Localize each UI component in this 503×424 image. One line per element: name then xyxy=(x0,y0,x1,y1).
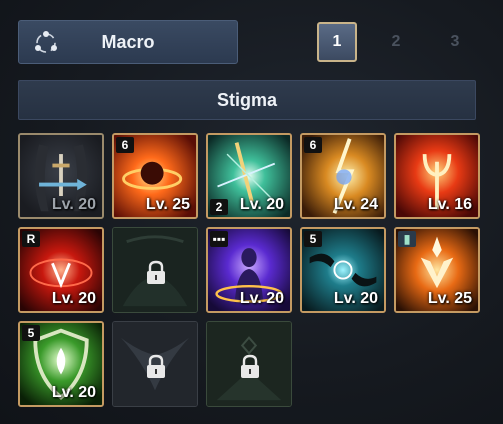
section-header-stigma: Stigma xyxy=(18,80,476,120)
macro-button[interactable]: Macro xyxy=(18,20,238,64)
macro-label: Macro xyxy=(101,32,155,52)
stigma-slot-3[interactable]: 2 Lv. 20 xyxy=(206,133,292,219)
stigma-slot-2[interactable]: 6 Lv. 25 xyxy=(112,133,198,219)
slot-badge: 5 xyxy=(304,231,322,247)
stigma-slot-1[interactable]: Lv. 20 xyxy=(18,133,104,219)
stigma-slot-6[interactable]: R Lv. 20 xyxy=(18,227,104,313)
slot-badge: 6 xyxy=(304,137,322,153)
slot-level: Lv. 25 xyxy=(427,290,472,307)
slot-level: Lv. 20 xyxy=(51,290,96,307)
stigma-slot-11[interactable]: 5 Lv. 20 xyxy=(18,321,104,407)
slot-level: Lv. 20 xyxy=(51,384,96,401)
slot-level: Lv. 20 xyxy=(239,196,284,213)
stigma-slot-5[interactable]: Lv. 16 xyxy=(394,133,480,219)
slot-level: Lv. 25 xyxy=(145,196,190,213)
stigma-slot-4[interactable]: 6 Lv. 24 xyxy=(300,133,386,219)
stigma-slot-12[interactable] xyxy=(112,321,198,407)
slot-badge: 5 xyxy=(22,325,40,341)
stigma-slot-7[interactable] xyxy=(112,227,198,313)
stigma-slot-9[interactable]: 5 Lv. 20 xyxy=(300,227,386,313)
slot-level: Lv. 20 xyxy=(333,290,378,307)
slot-badge: R xyxy=(22,231,40,247)
page-tab-3[interactable]: 3 xyxy=(435,22,475,62)
slot-level: Lv. 20 xyxy=(239,290,284,307)
page-tab-2[interactable]: 2 xyxy=(376,22,416,62)
slot-badge-bottom: 2 xyxy=(210,199,228,215)
stigma-slot-13[interactable] xyxy=(206,321,292,407)
slot-badge: ▪▪▪ xyxy=(210,231,228,247)
lock-icon xyxy=(241,354,259,378)
stigma-slot-8[interactable]: ▪▪▪ Lv. 20 xyxy=(206,227,292,313)
slot-badge: 6 xyxy=(116,137,134,153)
slot-level: Lv. 20 xyxy=(51,196,96,213)
lock-icon xyxy=(147,260,165,284)
slot-level: Lv. 24 xyxy=(333,196,378,213)
slot-level: Lv. 16 xyxy=(427,196,472,213)
slot-badge: ▮ xyxy=(398,231,416,247)
page-tab-1[interactable]: 1 xyxy=(317,22,357,62)
stigma-slot-10[interactable]: ▮ Lv. 25 xyxy=(394,227,480,313)
lock-icon xyxy=(147,354,165,378)
